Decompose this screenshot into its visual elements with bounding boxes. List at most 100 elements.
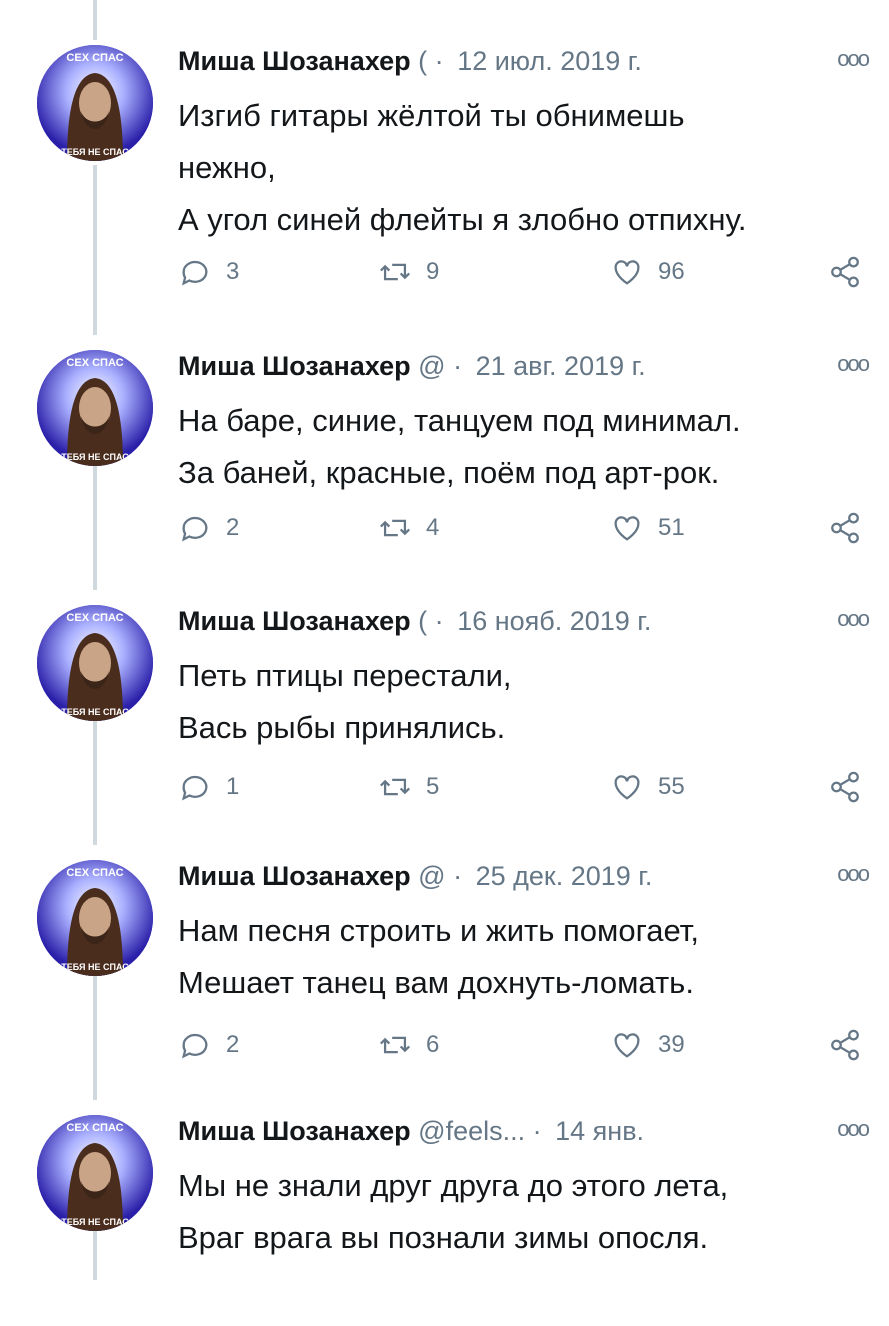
tweet[interactable]: СЕХ СПАС ТЕБЯ НЕ СПАС Миша Шозанахер ( · … <box>0 560 889 816</box>
separator: · <box>434 606 444 636</box>
heart-icon <box>614 516 640 541</box>
tweet-date[interactable]: 25 дек. 2019 г. <box>476 861 653 891</box>
retweet-button[interactable]: 9 <box>378 252 439 292</box>
more-options-icon[interactable]: ooo <box>837 1116 870 1142</box>
author-handle[interactable]: @ <box>418 351 445 381</box>
share-button[interactable] <box>828 252 876 292</box>
avatar-image: СЕХ СПАС ТЕБЯ НЕ СПАС <box>37 860 153 976</box>
reply-button[interactable]: 3 <box>178 252 239 292</box>
reply-button[interactable]: 2 <box>178 508 239 548</box>
retweet-count: 9 <box>426 258 440 285</box>
tweet-date[interactable]: 14 янв. <box>555 1116 644 1146</box>
separator: · <box>453 861 463 891</box>
heart-icon <box>614 1033 640 1058</box>
svg-text:ТЕБЯ НЕ СПАС: ТЕБЯ НЕ СПАС <box>61 707 129 717</box>
heart-icon <box>614 260 640 285</box>
tweet-line: Петь птицы перестали, <box>178 658 512 693</box>
retweet-button[interactable]: 4 <box>378 508 439 548</box>
retweet-icon <box>380 263 410 281</box>
author-name[interactable]: Миша Шозанахер <box>178 1116 411 1146</box>
share-icon <box>831 256 859 288</box>
retweet-count: 5 <box>426 773 440 800</box>
tweet-actions: 1 5 55 <box>178 767 878 807</box>
share-icon <box>831 1029 859 1061</box>
author-name[interactable]: Миша Шозанахер <box>178 351 411 381</box>
reply-count: 3 <box>226 258 240 285</box>
tweet-line: Враг врага вы познали зимы опосля. <box>178 1220 709 1255</box>
more-options-icon[interactable]: ooo <box>837 606 870 632</box>
author-handle[interactable]: ( <box>418 46 427 76</box>
svg-text:СЕХ СПАС: СЕХ СПАС <box>66 867 123 879</box>
tweet-date[interactable]: 21 авг. 2019 г. <box>476 351 646 381</box>
reply-icon <box>181 1033 208 1059</box>
reply-button[interactable]: 1 <box>178 767 239 807</box>
like-button[interactable]: 39 <box>610 1025 685 1065</box>
tweet-text: На баре, синие, танцуем под минимал. За … <box>178 395 858 499</box>
tweet-text: Мы не знали друг друга до этого лета, Вр… <box>178 1160 858 1264</box>
svg-text:ТЕБЯ НЕ СПАС: ТЕБЯ НЕ СПАС <box>61 1217 129 1227</box>
like-count: 96 <box>658 258 685 285</box>
avatar[interactable]: СЕХ СПАС ТЕБЯ НЕ СПАС <box>37 350 153 466</box>
avatar-image: СЕХ СПАС ТЕБЯ НЕ СПАС <box>37 1115 153 1231</box>
tweet-line: А угол синей флейты я злобно отпихну. <box>178 202 747 237</box>
retweet-icon <box>380 778 410 796</box>
retweet-button[interactable]: 5 <box>378 767 439 807</box>
like-button[interactable]: 96 <box>610 252 685 292</box>
tweet[interactable]: СЕХ СПАС ТЕБЯ НЕ СПАС Миша Шозанахер @fee… <box>0 1070 889 1326</box>
more-options-icon[interactable]: ooo <box>837 46 870 72</box>
tweet-line: Изгиб гитары жёлтой ты обнимешь <box>178 98 685 133</box>
retweet-count: 6 <box>426 1031 440 1058</box>
reply-button[interactable]: 2 <box>178 1025 239 1065</box>
more-options-icon[interactable]: ooo <box>837 351 870 377</box>
tweet-header: Миша Шозанахер ( · 16 нояб. 2019 г. ooo <box>178 606 870 646</box>
svg-text:ТЕБЯ НЕ СПАС: ТЕБЯ НЕ СПАС <box>61 962 129 972</box>
separator: · <box>434 46 444 76</box>
author-name[interactable]: Миша Шозанахер <box>178 606 411 636</box>
tweet[interactable]: СЕХ СПАС ТЕБЯ НЕ СПАС Миша Шозанахер @ · … <box>0 305 889 561</box>
tweet[interactable]: СЕХ СПАС ТЕБЯ НЕ СПАС Миша Шозанахер ( · … <box>0 0 889 288</box>
avatar[interactable]: СЕХ СПАС ТЕБЯ НЕ СПАС <box>37 45 153 161</box>
tweet[interactable]: СЕХ СПАС ТЕБЯ НЕ СПАС Миша Шозанахер @ · … <box>0 815 889 1071</box>
tweet-actions: 2 4 51 <box>178 508 878 548</box>
retweet-button[interactable]: 6 <box>378 1025 439 1065</box>
avatar-image: СЕХ СПАС ТЕБЯ НЕ СПАС <box>37 350 153 466</box>
reply-count: 2 <box>226 1031 240 1058</box>
share-button[interactable] <box>828 508 876 548</box>
tweet-line: Нам песня строить и жить помогает, <box>178 913 700 948</box>
tweet-text: Нам песня строить и жить помогает, Мешае… <box>178 905 858 1009</box>
like-count: 55 <box>658 773 685 800</box>
reply-icon <box>181 260 208 286</box>
author-handle[interactable]: ( <box>418 606 427 636</box>
tweet-header: Миша Шозанахер @ · 25 дек. 2019 г. ooo <box>178 861 870 901</box>
tweet-actions: 2 6 39 <box>178 1025 878 1065</box>
reply-count: 1 <box>226 773 240 800</box>
avatar[interactable]: СЕХ СПАС ТЕБЯ НЕ СПАС <box>37 1115 153 1231</box>
more-options-icon[interactable]: ooo <box>837 861 870 887</box>
retweet-icon <box>380 1036 410 1054</box>
svg-text:ТЕБЯ НЕ СПАС: ТЕБЯ НЕ СПАС <box>61 147 129 157</box>
tweet-line: На баре, синие, танцуем под минимал. <box>178 403 741 438</box>
avatar[interactable]: СЕХ СПАС ТЕБЯ НЕ СПАС <box>37 605 153 721</box>
like-count: 39 <box>658 1031 685 1058</box>
share-button[interactable] <box>828 767 876 807</box>
tweet-header: Миша Шозанахер @feels... · 14 янв. ooo <box>178 1116 870 1156</box>
author-handle[interactable]: @feels... <box>418 1116 525 1146</box>
author-handle[interactable]: @ <box>418 861 445 891</box>
reply-count: 2 <box>226 514 240 541</box>
reply-icon <box>181 775 208 801</box>
tweet-line: Мы не знали друг друга до этого лета, <box>178 1168 729 1203</box>
avatar-image: СЕХ СПАС ТЕБЯ НЕ СПАС <box>37 45 153 161</box>
share-button[interactable] <box>828 1025 876 1065</box>
like-button[interactable]: 55 <box>610 767 685 807</box>
author-name[interactable]: Миша Шозанахер <box>178 46 411 76</box>
like-button[interactable]: 51 <box>610 508 685 548</box>
author-name[interactable]: Миша Шозанахер <box>178 861 411 891</box>
svg-text:ТЕБЯ НЕ СПАС: ТЕБЯ НЕ СПАС <box>61 452 129 462</box>
tweet-date[interactable]: 12 июл. 2019 г. <box>457 46 642 76</box>
tweet-date[interactable]: 16 нояб. 2019 г. <box>457 606 651 636</box>
tweet-header: Миша Шозанахер ( · 12 июл. 2019 г. ooo <box>178 46 870 86</box>
svg-text:СЕХ СПАС: СЕХ СПАС <box>66 357 123 369</box>
avatar[interactable]: СЕХ СПАС ТЕБЯ НЕ СПАС <box>37 860 153 976</box>
avatar-image: СЕХ СПАС ТЕБЯ НЕ СПАС <box>37 605 153 721</box>
reply-icon <box>181 516 208 542</box>
